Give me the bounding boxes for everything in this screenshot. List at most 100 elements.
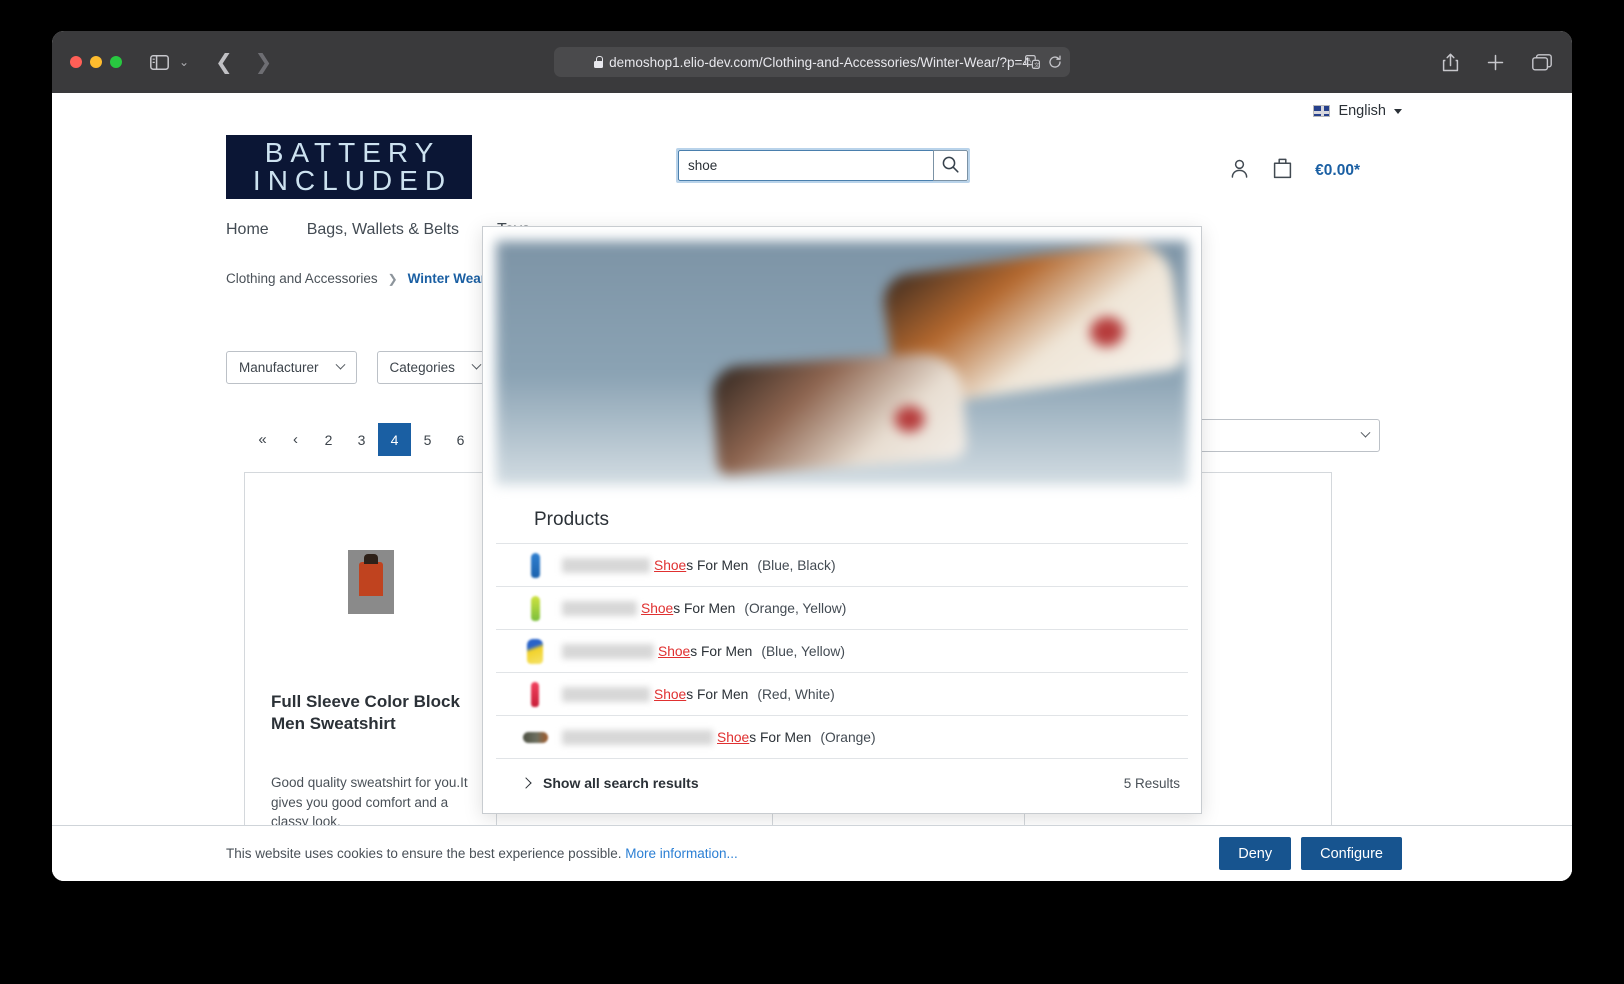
chevron-down-icon[interactable]: ⌄: [179, 55, 189, 69]
back-arrow-icon[interactable]: ❮: [215, 52, 233, 73]
highlight-term: Shoe: [717, 730, 749, 745]
shoe-thumb-olive-icon: [522, 724, 548, 750]
sorting-select[interactable]: [1184, 419, 1380, 452]
language-selector[interactable]: English: [1313, 103, 1402, 119]
chevron-down-icon: [471, 360, 481, 370]
sweatshirt-thumbnail-icon: [348, 550, 394, 614]
navigation-arrows: ❮ ❯: [215, 52, 272, 73]
plus-icon[interactable]: [1487, 54, 1504, 71]
pagination-page-6[interactable]: 6: [444, 423, 477, 456]
list-item[interactable]: Shoes For Men (Red, White): [496, 673, 1188, 716]
address-bar[interactable]: demoshop1.elio-dev.com/Clothing-and-Acce…: [554, 47, 1070, 77]
search-input[interactable]: [678, 150, 933, 181]
product-image: [245, 497, 496, 667]
suggestion-text: Shoes For Men (Blue, Yellow): [562, 644, 845, 659]
translate-icon[interactable]: A文: [1025, 55, 1040, 69]
breadcrumb-separator-icon: ❯: [388, 272, 398, 286]
suggestions-section-title: Products: [496, 485, 1188, 544]
uk-flag-icon: [1313, 105, 1330, 117]
filter-manufacturer-label: Manufacturer: [239, 360, 319, 375]
suggestion-variant: (Orange, Yellow): [744, 601, 846, 616]
suggestion-variant: (Blue, Yellow): [761, 644, 845, 659]
bag-icon[interactable]: [1272, 157, 1293, 184]
cookie-text-wrap: This website uses cookies to ensure the …: [226, 846, 738, 861]
redacted-product-name: [562, 730, 713, 745]
tab-overview-icon[interactable]: [1532, 54, 1552, 71]
results-count: 5 Results: [1124, 776, 1188, 791]
suggestion-text: Shoes For Men (Blue, Black): [562, 558, 836, 573]
close-window-button[interactable]: [70, 56, 82, 68]
logo-line-2: INCLUDED: [246, 167, 452, 195]
pagination-page-4[interactable]: 4: [378, 423, 411, 456]
cart-total[interactable]: €0.00*: [1315, 162, 1360, 180]
pagination-page-3[interactable]: 3: [345, 423, 378, 456]
cookie-more-information-link[interactable]: More information...: [625, 846, 738, 861]
sidebar-toggle-icon[interactable]: [150, 55, 169, 70]
suggestion-suffix: s For Men: [686, 558, 748, 573]
breadcrumb: Clothing and Accessories ❯ Winter Wear: [226, 271, 486, 286]
list-item[interactable]: Shoes For Men (Orange): [496, 716, 1188, 759]
cookie-buttons: Deny Configure: [1219, 837, 1402, 870]
nav-item-bags[interactable]: Bags, Wallets & Belts: [307, 221, 459, 239]
cookie-configure-button[interactable]: Configure: [1301, 837, 1402, 870]
site-topbar: English: [52, 93, 1572, 123]
svg-text:A: A: [1027, 58, 1031, 64]
pagination-first-button[interactable]: «: [246, 423, 279, 456]
highlight-term: Shoe: [654, 558, 686, 573]
redacted-product-name: [562, 601, 637, 616]
titlebar-actions: [1442, 53, 1552, 72]
shoe-thumb-green-icon: [522, 595, 548, 621]
search-form: [676, 148, 970, 183]
filter-categories-button[interactable]: Categories: [377, 351, 493, 384]
highlight-term: Shoe: [641, 601, 673, 616]
suggestion-suffix: s For Men: [749, 730, 811, 745]
chevron-down-icon: [1394, 109, 1402, 114]
show-all-results-label: Show all search results: [543, 775, 699, 791]
minimize-window-button[interactable]: [90, 56, 102, 68]
pagination-page-2[interactable]: 2: [312, 423, 345, 456]
svg-text:文: 文: [1034, 61, 1040, 69]
suggestion-text: Shoes For Men (Orange): [562, 730, 876, 745]
user-icon[interactable]: [1229, 158, 1250, 184]
page-content: English BATTERY INCLUDED: [52, 93, 1572, 881]
redacted-product-name: [562, 558, 650, 573]
nav-item-home[interactable]: Home: [226, 221, 269, 239]
list-item[interactable]: Shoes For Men (Blue, Black): [496, 544, 1188, 587]
pagination: « ‹ 2 3 4 5 6: [246, 423, 477, 456]
filter-manufacturer-button[interactable]: Manufacturer: [226, 351, 357, 384]
pagination-prev-button[interactable]: ‹: [279, 423, 312, 456]
filter-categories-label: Categories: [390, 360, 455, 375]
shoe-illustration-icon: [711, 350, 968, 475]
breadcrumb-current: Winter Wear: [408, 271, 486, 286]
maximize-window-button[interactable]: [110, 56, 122, 68]
header-actions: €0.00*: [1229, 157, 1360, 184]
highlight-term: Shoe: [658, 644, 690, 659]
logo-line-1: BATTERY: [258, 139, 441, 167]
show-all-results-link[interactable]: Show all search results: [522, 775, 699, 791]
search-suggestions-dropdown: Products Shoes For Men (Blue, Black) Sho…: [482, 226, 1202, 814]
suggestion-suffix: s For Men: [690, 644, 752, 659]
share-icon[interactable]: [1442, 53, 1459, 72]
product-card[interactable]: Full Sleeve Color Block Men Sweatshirt G…: [244, 472, 496, 857]
chevron-down-icon: [1361, 428, 1371, 438]
chevron-down-icon: [335, 360, 345, 370]
product-title: Full Sleeve Color Block Men Sweatshirt: [271, 691, 476, 736]
filter-bar: Manufacturer Categories: [226, 351, 493, 384]
browser-window: ⌄ ❮ ❯ demoshop1.elio-dev.com/Clothing-an…: [52, 31, 1572, 881]
product-description: Good quality sweatshirt for you.It gives…: [271, 773, 476, 832]
site-logo[interactable]: BATTERY INCLUDED: [226, 135, 472, 199]
breadcrumb-parent[interactable]: Clothing and Accessories: [226, 271, 378, 286]
lock-icon: [594, 56, 603, 68]
shoe-thumb-red-icon: [522, 681, 548, 707]
forward-arrow-icon[interactable]: ❯: [255, 52, 273, 73]
chevron-right-icon: [520, 777, 531, 788]
reload-icon[interactable]: [1048, 55, 1062, 69]
pagination-page-5[interactable]: 5: [411, 423, 444, 456]
search-submit-button[interactable]: [933, 150, 968, 181]
list-item[interactable]: Shoes For Men (Orange, Yellow): [496, 587, 1188, 630]
cookie-deny-button[interactable]: Deny: [1219, 837, 1291, 870]
highlight-term: Shoe: [654, 687, 686, 702]
suggestion-variant: (Red, White): [757, 687, 834, 702]
list-item[interactable]: Shoes For Men (Blue, Yellow): [496, 630, 1188, 673]
search-banner-image: [496, 241, 1188, 485]
